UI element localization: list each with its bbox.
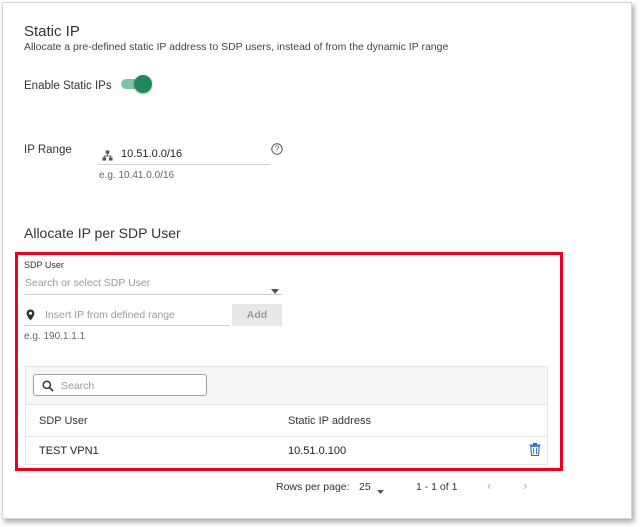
rows-per-page-select[interactable]: 25 [359,481,389,494]
network-icon [102,148,113,166]
ip-range-hint: e.g. 10.41.0.0/16 [99,170,175,181]
ip-range-field[interactable]: 10.51.0.0/16 [98,143,270,165]
pagination-range: 1 - 1 of 1 [416,481,458,493]
help-circle-icon[interactable]: ? [271,142,283,160]
chevron-down-icon [377,485,384,497]
highlight-box [15,252,563,471]
next-page-icon[interactable]: › [523,478,527,493]
allocate-title: Allocate IP per SDP User [24,225,181,241]
rows-per-page-value: 25 [359,481,371,493]
svg-text:?: ? [275,145,280,154]
enable-static-ips-label: Enable Static IPs [24,80,112,92]
previous-page-icon[interactable]: ‹ [487,478,491,493]
enable-static-ips-toggle[interactable] [121,75,152,93]
ip-range-label: IP Range [24,144,72,156]
ip-range-value: 10.51.0.0/16 [121,148,183,160]
rows-per-page-label: Rows per page: [276,481,350,493]
static-ip-title: Static IP [24,23,80,40]
static-ip-description: Allocate a pre-defined static IP address… [24,41,449,53]
